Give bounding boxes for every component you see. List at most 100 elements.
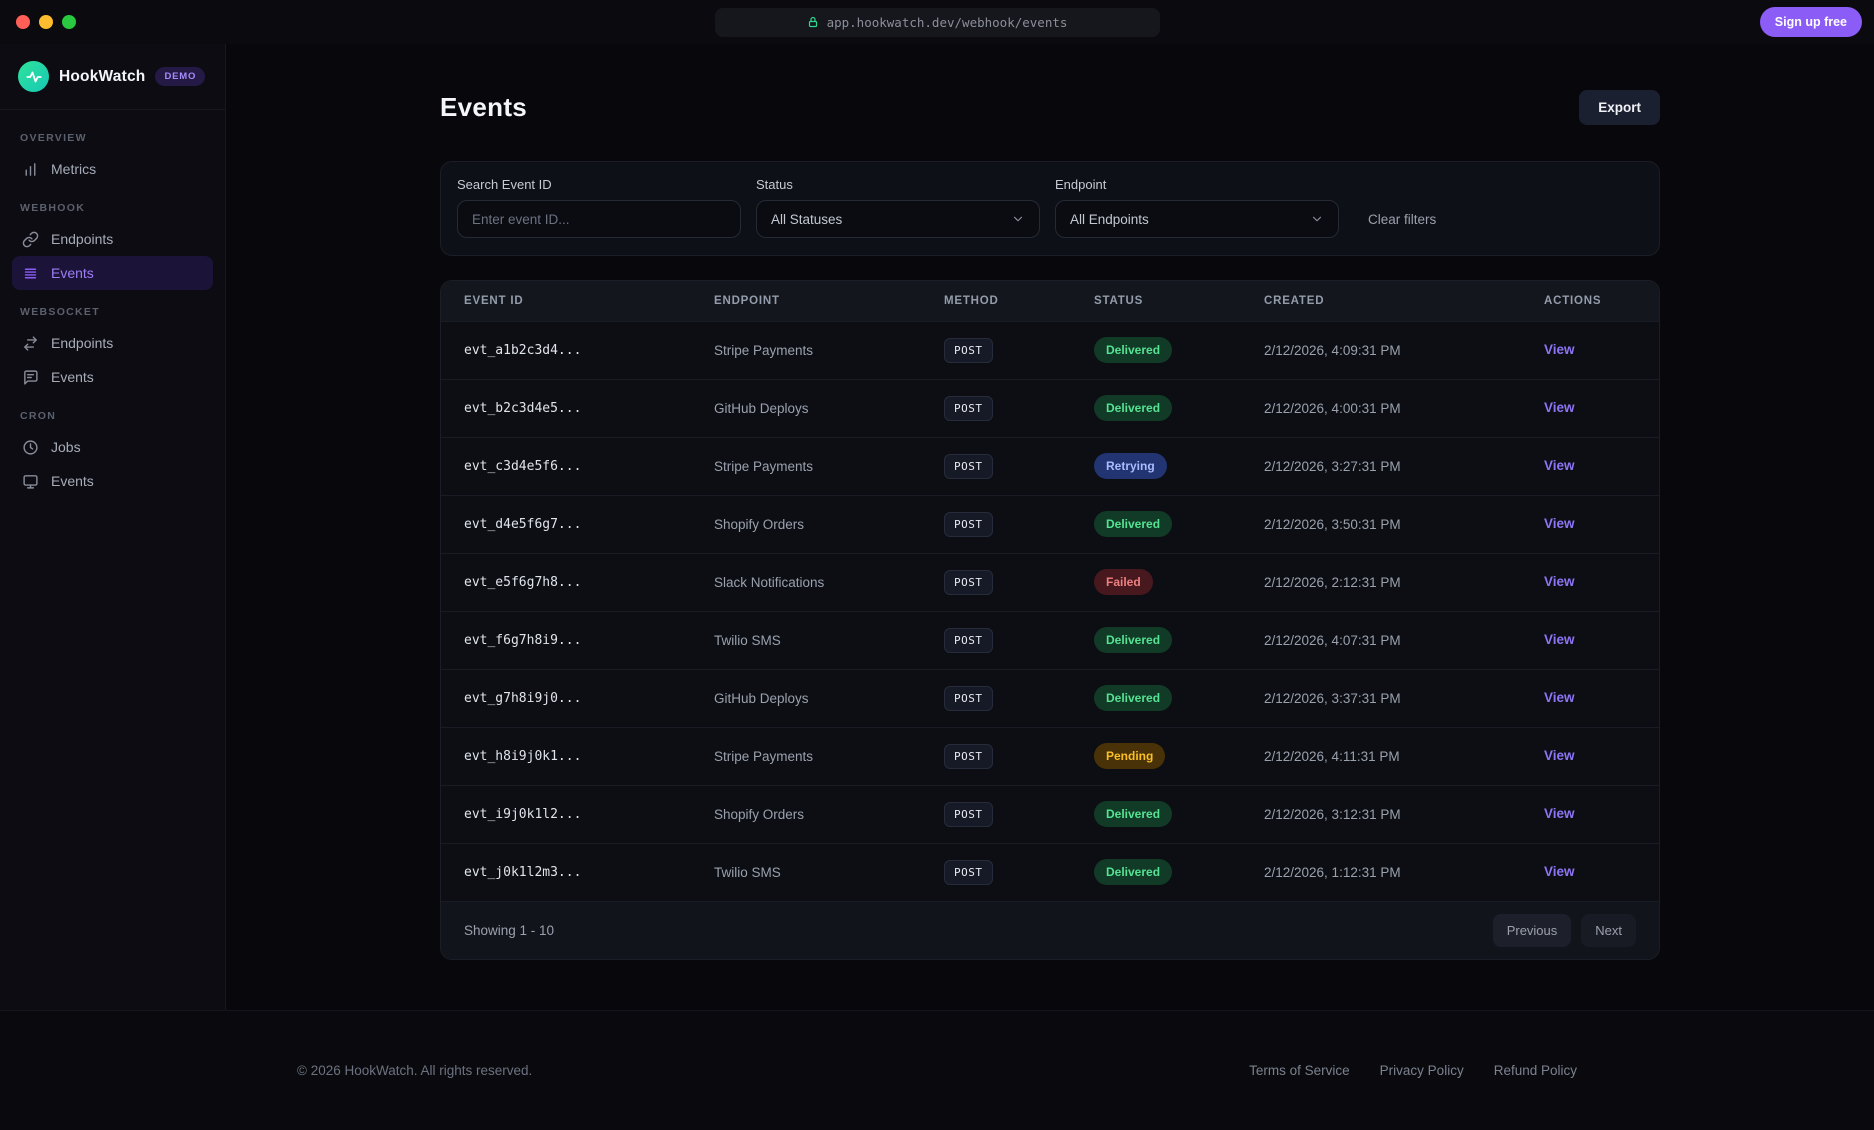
- view-link[interactable]: View: [1544, 806, 1575, 821]
- status-badge: Delivered: [1094, 627, 1172, 653]
- next-page-button[interactable]: Next: [1581, 914, 1636, 947]
- pagination-bar: Showing 1 - 10 Previous Next: [441, 901, 1659, 959]
- sidebar-item-metrics[interactable]: Metrics: [12, 152, 213, 186]
- section-label-overview: OVERVIEW: [20, 132, 205, 144]
- window-controls: [16, 15, 76, 29]
- endpoint-cell: Twilio SMS: [714, 611, 944, 669]
- copyright-text: © 2026 HookWatch. All rights reserved.: [297, 1063, 532, 1078]
- sidebar-item-websocket-events[interactable]: Events: [12, 360, 213, 394]
- view-link[interactable]: View: [1544, 400, 1575, 415]
- view-link[interactable]: View: [1544, 342, 1575, 357]
- endpoint-cell: Shopify Orders: [714, 495, 944, 553]
- url-bar[interactable]: app.hookwatch.dev/webhook/events: [715, 8, 1160, 37]
- table-row: evt_b2c3d4e5... GitHub Deploys POST Deli…: [441, 379, 1659, 437]
- status-badge: Failed: [1094, 569, 1153, 595]
- clock-icon: [22, 439, 39, 456]
- view-link[interactable]: View: [1544, 864, 1575, 879]
- signup-button[interactable]: Sign up free: [1760, 7, 1862, 37]
- status-badge: Pending: [1094, 743, 1165, 769]
- sidebar-item-cron-events[interactable]: Events: [12, 464, 213, 498]
- sidebar-item-webhook-events[interactable]: Events: [12, 256, 213, 290]
- event-id-cell: evt_g7h8i9j0...: [441, 669, 714, 727]
- footer-link[interactable]: Terms of Service: [1249, 1063, 1350, 1078]
- sidebar-item-label: Events: [51, 369, 94, 385]
- event-id-cell: evt_d4e5f6g7...: [441, 495, 714, 553]
- status-badge: Delivered: [1094, 801, 1172, 827]
- export-button[interactable]: Export: [1579, 90, 1660, 125]
- view-link[interactable]: View: [1544, 690, 1575, 705]
- event-id-cell: evt_j0k1l2m3...: [441, 843, 714, 901]
- status-filter-select[interactable]: All Statuses: [756, 200, 1040, 238]
- window-close-button[interactable]: [16, 15, 30, 29]
- table-row: evt_d4e5f6g7... Shopify Orders POST Deli…: [441, 495, 1659, 553]
- sidebar-item-label: Endpoints: [51, 231, 113, 247]
- filters-panel: Search Event ID Status All Statuses Endp…: [440, 161, 1660, 256]
- status-badge: Delivered: [1094, 511, 1172, 537]
- chevron-down-icon: [1011, 212, 1025, 226]
- list-icon: [22, 265, 39, 282]
- event-id-cell: evt_b2c3d4e5...: [441, 379, 714, 437]
- endpoint-filter-select[interactable]: All Endpoints: [1055, 200, 1339, 238]
- status-badge: Delivered: [1094, 859, 1172, 885]
- table-header-row: EVENT ID ENDPOINT METHOD STATUS CREATED …: [441, 281, 1659, 321]
- window-maximize-button[interactable]: [62, 15, 76, 29]
- view-link[interactable]: View: [1544, 516, 1575, 531]
- table-row: evt_e5f6g7h8... Slack Notifications POST…: [441, 553, 1659, 611]
- view-link[interactable]: View: [1544, 458, 1575, 473]
- created-cell: 2/12/2026, 3:27:31 PM: [1264, 437, 1544, 495]
- table-row: evt_c3d4e5f6... Stripe Payments POST Ret…: [441, 437, 1659, 495]
- footer-link[interactable]: Privacy Policy: [1380, 1063, 1464, 1078]
- chat-bubble-icon: [22, 369, 39, 386]
- sidebar-item-label: Endpoints: [51, 335, 113, 351]
- event-id-cell: evt_e5f6g7h8...: [441, 553, 714, 611]
- previous-page-button[interactable]: Previous: [1493, 914, 1572, 947]
- method-badge: POST: [944, 686, 993, 711]
- search-event-id-label: Search Event ID: [457, 177, 741, 192]
- brand-name: HookWatch: [59, 68, 145, 86]
- sidebar-item-label: Jobs: [51, 439, 81, 455]
- bar-chart-icon: [22, 161, 39, 178]
- column-header-method: METHOD: [944, 281, 1094, 321]
- window-minimize-button[interactable]: [39, 15, 53, 29]
- status-badge: Delivered: [1094, 685, 1172, 711]
- endpoint-cell: Stripe Payments: [714, 321, 944, 379]
- created-cell: 2/12/2026, 4:00:31 PM: [1264, 379, 1544, 437]
- status-badge: Delivered: [1094, 337, 1172, 363]
- monitor-icon: [22, 473, 39, 490]
- search-event-id-input[interactable]: [457, 200, 741, 238]
- endpoint-filter-label: Endpoint: [1055, 177, 1339, 192]
- view-link[interactable]: View: [1544, 632, 1575, 647]
- column-header-status: STATUS: [1094, 281, 1264, 321]
- method-badge: POST: [944, 628, 993, 653]
- table-row: evt_j0k1l2m3... Twilio SMS POST Delivere…: [441, 843, 1659, 901]
- status-badge: Delivered: [1094, 395, 1172, 421]
- created-cell: 2/12/2026, 3:12:31 PM: [1264, 785, 1544, 843]
- hookwatch-logo-icon: [18, 61, 49, 92]
- event-id-cell: evt_h8i9j0k1...: [441, 727, 714, 785]
- events-table: EVENT ID ENDPOINT METHOD STATUS CREATED …: [441, 281, 1659, 901]
- page-footer: © 2026 HookWatch. All rights reserved. T…: [0, 1010, 1874, 1130]
- sidebar-item-websocket-endpoints[interactable]: Endpoints: [12, 326, 213, 360]
- sidebar-item-label: Events: [51, 473, 94, 489]
- method-badge: POST: [944, 744, 993, 769]
- footer-link[interactable]: Refund Policy: [1494, 1063, 1577, 1078]
- sidebar-nav: OVERVIEW Metrics WEBHOOK Endpoints Event…: [0, 110, 225, 504]
- column-header-actions: ACTIONS: [1544, 281, 1659, 321]
- sidebar-item-cron-jobs[interactable]: Jobs: [12, 430, 213, 464]
- sidebar-item-webhook-endpoints[interactable]: Endpoints: [12, 222, 213, 256]
- showing-range: Showing 1 - 10: [464, 923, 554, 938]
- url-text: app.hookwatch.dev/webhook/events: [827, 15, 1068, 30]
- endpoint-cell: Slack Notifications: [714, 553, 944, 611]
- status-badge: Retrying: [1094, 453, 1167, 479]
- created-cell: 2/12/2026, 3:37:31 PM: [1264, 669, 1544, 727]
- endpoint-filter-value: All Endpoints: [1070, 212, 1149, 227]
- view-link[interactable]: View: [1544, 748, 1575, 763]
- method-badge: POST: [944, 802, 993, 827]
- section-label-cron: CRON: [20, 410, 205, 422]
- clear-filters-link[interactable]: Clear filters: [1368, 212, 1436, 227]
- section-label-websocket: WEBSOCKET: [20, 306, 205, 318]
- page-title: Events: [440, 92, 527, 123]
- method-badge: POST: [944, 396, 993, 421]
- view-link[interactable]: View: [1544, 574, 1575, 589]
- table-row: evt_i9j0k1l2... Shopify Orders POST Deli…: [441, 785, 1659, 843]
